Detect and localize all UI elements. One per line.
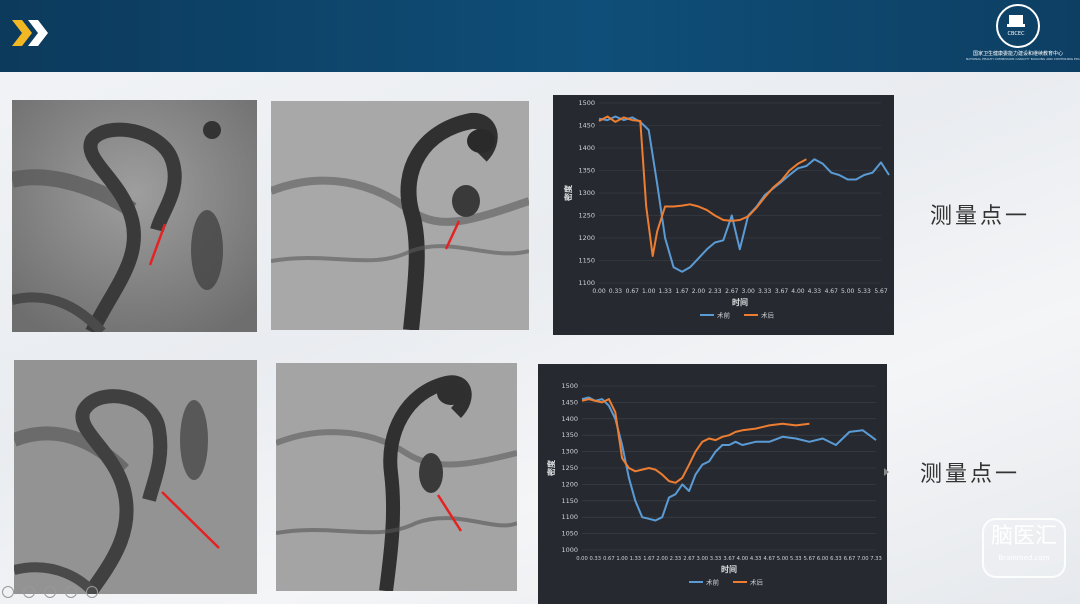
chart-1: 1100 1150 1200 1250 1300 1350 1400 1450 1500 0.00…: [553, 95, 894, 335]
org-logo: CBCEC 国家卫生健康委能力建设和继续教育中心 NATIONAL HEALTH…: [966, 4, 1080, 68]
chart1-xtick-label: 3.00: [742, 288, 756, 295]
chart2-xtick-label: 2.33: [670, 556, 682, 562]
chart1-xtick-label: 0.33: [609, 288, 623, 295]
chart2-ytick-label: 1300: [561, 448, 578, 456]
emblem-icon: CBCEC: [996, 4, 1040, 48]
chart2-ytick-label: 1000: [561, 546, 578, 554]
chart1-xtick-label: 3.67: [775, 288, 789, 295]
chart1-xtick-label: 1.00: [642, 288, 656, 295]
measure-point-label-1: 测量点一: [930, 204, 1031, 229]
chart2-ytick-label: 1250: [561, 464, 578, 472]
chart1-legend-label: 术前: [717, 311, 731, 320]
chart2-xtick-label: 4.67: [764, 556, 776, 562]
chart1-xlabel: 时间: [732, 297, 748, 307]
chart1-xtick-label: 0.00: [592, 288, 606, 295]
chart-2: 1000 1050 1100 1150 1200 1250 1300 1350 1400 1450…: [538, 364, 887, 604]
chart2-legend-label: 术后: [750, 578, 764, 587]
zoom-icon[interactable]: [65, 586, 78, 598]
chevron-right-icon: [28, 20, 48, 46]
chart2-xtick-label: 5.67: [804, 556, 816, 562]
chart1-ylabel: 密度: [563, 184, 573, 202]
next-slide-icon[interactable]: [23, 586, 36, 598]
chart1-ytick-label: 1450: [578, 122, 595, 130]
chart2-xtick-label: 7.33: [870, 556, 882, 562]
density-line-chart-2: 1000 1050 1100 1150 1200 1250 1300 1350 1400 1450…: [546, 382, 882, 587]
chart2-xtick-label: 1.00: [616, 556, 628, 562]
chart2-ytick-label: 1200: [561, 480, 578, 488]
chart2-series-postop-line: [581, 398, 810, 484]
chart1-ytick-label: 1500: [578, 99, 595, 107]
chart1-ytick-label: 1250: [578, 212, 595, 220]
chart2-xtick-label: 0.67: [603, 556, 615, 562]
chart2-xtick-label: 7.00: [857, 556, 869, 562]
chart2-series-preop-line: [581, 396, 877, 522]
chart2-ytick-label: 1150: [561, 497, 578, 505]
chart1-legend-label: 术后: [761, 311, 775, 320]
chart1-ytick-label: 1100: [578, 279, 595, 287]
chart1-xtick-label: 2.33: [708, 288, 722, 295]
chart2-ytick-label: 1050: [561, 530, 578, 538]
logo-text: CBCEC: [1008, 31, 1025, 37]
chart2-xtick-label: 5.00: [777, 556, 789, 562]
pen-icon[interactable]: [44, 586, 57, 598]
prev-slide-icon[interactable]: [2, 586, 14, 598]
chart1-ytick-label: 1300: [578, 189, 595, 197]
chart2-xtick-label: 6.67: [844, 556, 856, 562]
angiogram-postop-1: [271, 101, 529, 330]
angiogram-preop-1: [12, 100, 257, 332]
chart2-ylabel: 密度: [546, 459, 556, 477]
chart2-ytick-label: 1400: [561, 415, 578, 423]
org-name-en: NATIONAL HEALTH COMMISSION CAPACITY BUIL…: [966, 57, 1080, 61]
more-icon[interactable]: [86, 586, 99, 598]
chart2-ytick-label: 1100: [561, 513, 578, 521]
chart2-xlabel: 时间: [721, 564, 737, 574]
chart1-xtick-label: 1.67: [675, 288, 689, 295]
chart1-series-postop-line: [598, 115, 807, 257]
watermark-cn: 脑医汇: [990, 524, 1057, 549]
chart2-xtick-label: 4.00: [737, 556, 749, 562]
measure-point-label-2: 测量点一: [920, 462, 1021, 487]
angiogram-preop-2: [14, 360, 257, 594]
slide-controls: [2, 583, 102, 602]
chart2-xtick-label: 1.67: [643, 556, 655, 562]
watermark-en: Brainmed.com: [998, 554, 1050, 562]
chart1-xtick-label: 4.33: [808, 288, 822, 295]
chart2-ytick-label: 1500: [561, 382, 578, 390]
density-line-chart-1: 1100 1150 1200 1250 1300 1350 1400 1450 1500 0.00…: [563, 99, 890, 320]
chart2-xtick-label: 3.33: [710, 556, 722, 562]
chart1-xtick-label: 5.67: [874, 288, 888, 295]
chart2-xtick-label: 0.00: [576, 556, 588, 562]
mouse-cursor-icon: [884, 468, 889, 476]
chart2-xtick-label: 1.33: [630, 556, 642, 562]
chart2-xtick-label: 6.00: [817, 556, 829, 562]
chart1-xtick-label: 5.33: [857, 288, 871, 295]
chart2-ytick-label: 1350: [561, 431, 578, 439]
chart1-xtick-label: 0.67: [626, 288, 640, 295]
chart1-ytick-label: 1350: [578, 167, 595, 175]
chart1-xtick-label: 4.00: [791, 288, 805, 295]
chart2-xtick-label: 2.67: [683, 556, 695, 562]
chart2-xtick-label: 3.67: [723, 556, 735, 562]
chart1-xtick-label: 2.67: [725, 288, 739, 295]
chart1-xtick-label: 5.00: [841, 288, 855, 295]
chart2-xtick-label: 3.00: [697, 556, 709, 562]
brainmed-watermark: 脑医汇 Brainmed.com: [982, 518, 1066, 578]
chart2-xtick-label: 5.33: [790, 556, 802, 562]
chart1-ytick-label: 1150: [578, 257, 595, 265]
chart1-xtick-label: 3.33: [758, 288, 772, 295]
chart1-ytick-label: 1200: [578, 234, 595, 242]
chart2-legend-label: 术前: [706, 578, 720, 587]
angiogram-postop-2: [276, 363, 517, 591]
chart2-xtick-label: 4.33: [750, 556, 762, 562]
chart1-xtick-label: 2.00: [692, 288, 706, 295]
chart1-xtick-label: 1.33: [658, 288, 672, 295]
chart2-xtick-label: 6.33: [830, 556, 842, 562]
chart2-ytick-label: 1450: [561, 398, 578, 406]
header-bar: CBCEC 国家卫生健康委能力建设和继续教育中心 NATIONAL HEALTH…: [0, 0, 1080, 72]
chart1-ytick-label: 1400: [578, 144, 595, 152]
chart2-xtick-label: 2.00: [656, 556, 668, 562]
chart2-xtick-label: 0.33: [589, 556, 601, 562]
chart1-xtick-label: 4.67: [825, 288, 839, 295]
